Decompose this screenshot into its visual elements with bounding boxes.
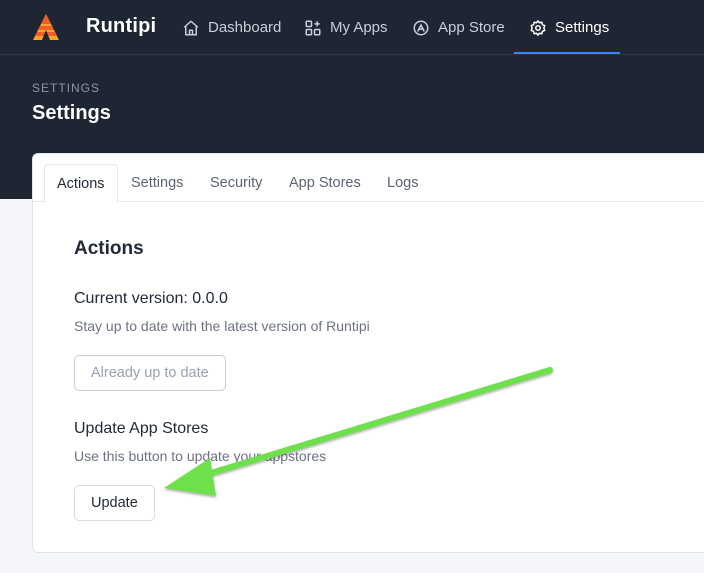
nav-my-apps-label: My Apps xyxy=(330,19,388,36)
app-store-icon xyxy=(413,20,429,35)
already-up-to-date-button[interactable]: Already up to date xyxy=(74,355,226,391)
update-app-stores-heading: Update App Stores xyxy=(74,420,209,437)
tab-logs[interactable]: Logs xyxy=(375,164,430,202)
nav-settings-label: Settings xyxy=(555,19,610,36)
brand-name[interactable]: Runtipi xyxy=(86,15,156,38)
page-pretitle: SETTINGS xyxy=(32,81,101,95)
nav-dashboard[interactable]: Dashboard xyxy=(182,0,281,55)
gear-icon xyxy=(530,19,546,36)
nav-app-store[interactable]: App Store xyxy=(412,0,505,55)
active-nav-indicator xyxy=(514,52,620,54)
apps-icon xyxy=(305,20,321,35)
nav-settings[interactable]: Settings xyxy=(529,0,609,55)
settings-tabs: Actions Settings Security App Stores Log… xyxy=(33,154,704,203)
update-app-stores-description: Use this button to update your appstores xyxy=(74,448,327,464)
current-version-description: Stay up to date with the latest version … xyxy=(74,318,370,334)
tab-actions[interactable]: Actions xyxy=(44,164,118,203)
nav-dashboard-label: Dashboard xyxy=(208,19,282,36)
nav-my-apps[interactable]: My Apps xyxy=(304,0,388,55)
tab-app-stores[interactable]: App Stores xyxy=(277,164,373,202)
home-icon xyxy=(183,20,199,35)
nav-app-store-label: App Store xyxy=(438,19,505,36)
tab-security[interactable]: Security xyxy=(198,164,274,202)
top-navbar: Runtipi Dashboard My Apps App Store Sett… xyxy=(0,0,704,55)
update-button[interactable]: Update xyxy=(74,485,155,521)
current-version-heading: Current version: 0.0.0 xyxy=(74,290,228,307)
page-title: Settings xyxy=(32,102,111,124)
runtipi-logo-icon[interactable] xyxy=(31,12,61,42)
settings-card: Actions Settings Security App Stores Log… xyxy=(32,153,704,553)
tab-settings[interactable]: Settings xyxy=(119,164,195,202)
actions-title: Actions xyxy=(74,238,144,259)
